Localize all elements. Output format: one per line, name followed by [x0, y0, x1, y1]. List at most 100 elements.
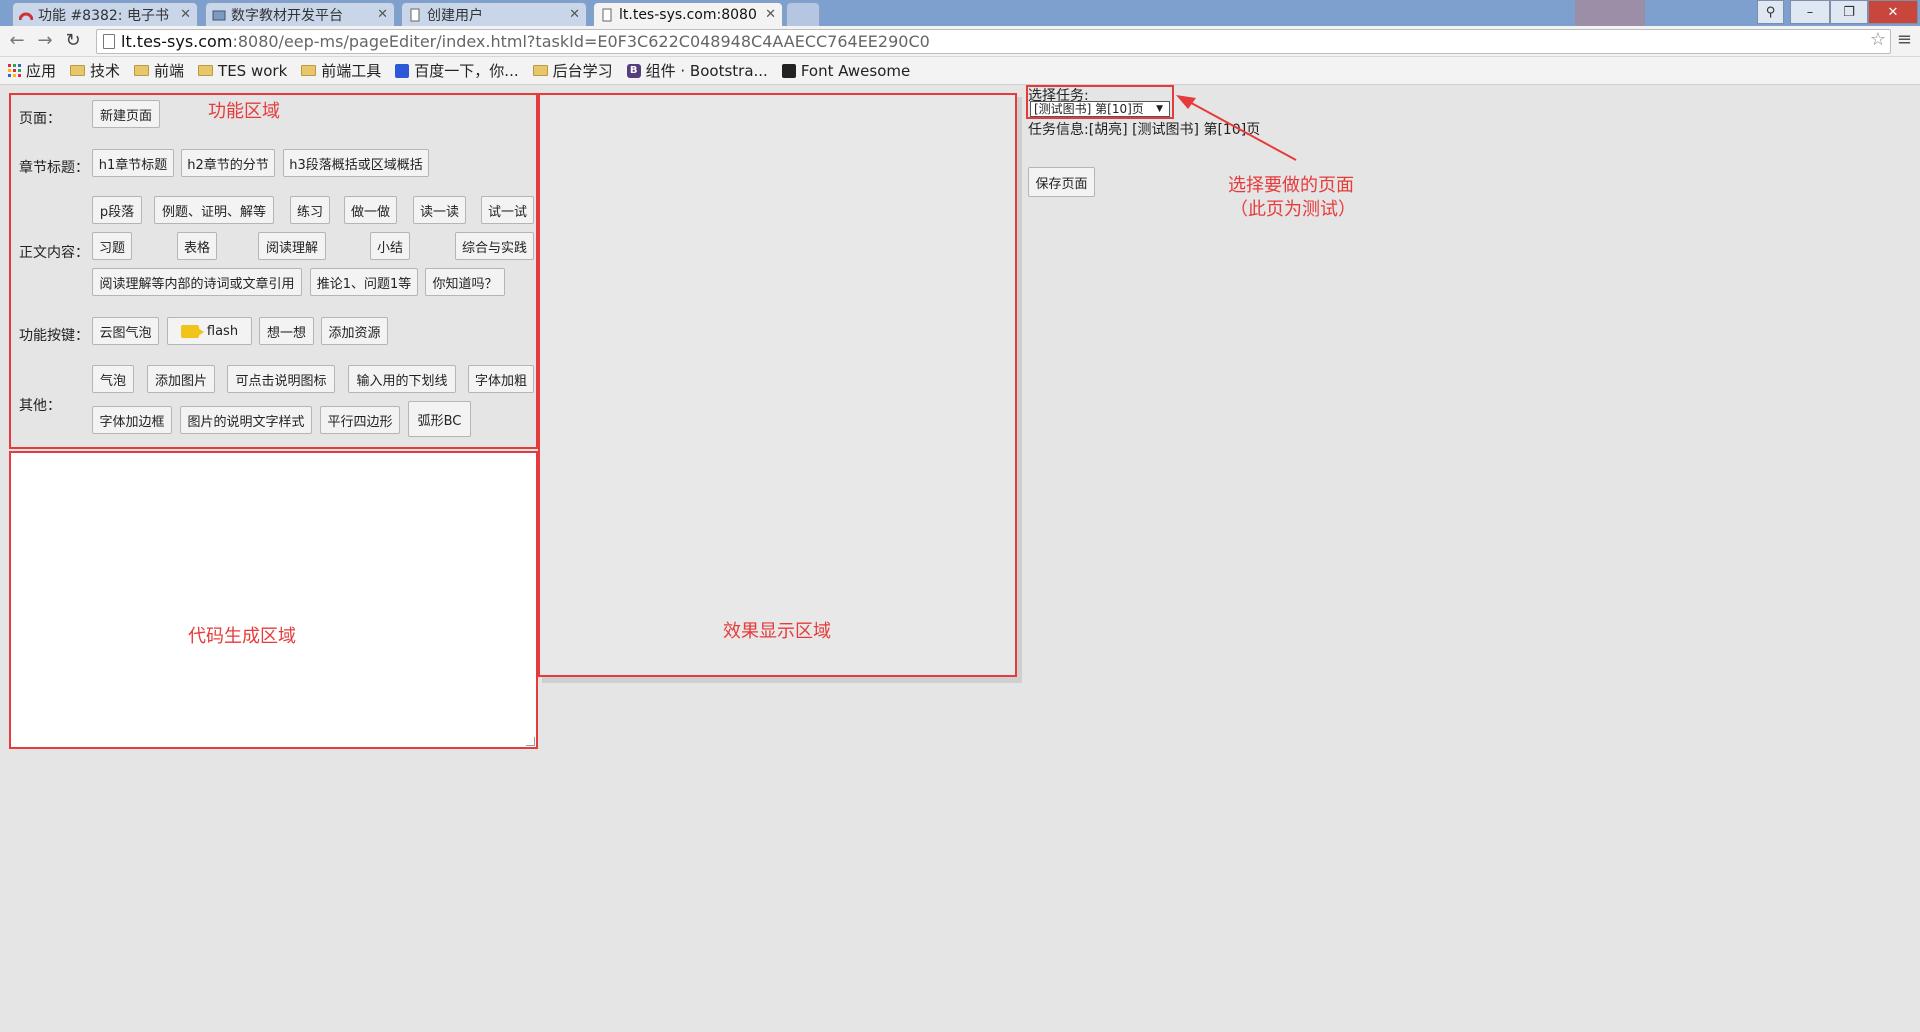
example-proof-button[interactable]: 例题、证明、解等 [154, 196, 274, 224]
bookmark-folder[interactable]: 技术 [70, 60, 120, 81]
h1-chapter-button[interactable]: h1章节标题 [92, 149, 174, 177]
exercise-button[interactable]: 练习 [290, 196, 330, 224]
other-row-label: 其他： [19, 398, 61, 414]
save-page-button[interactable]: 保存页面 [1028, 167, 1095, 197]
tab-title: 功能 #8382: 电子书 [38, 7, 169, 24]
bookmark-label: 百度一下，你... [414, 62, 519, 80]
read-button[interactable]: 读一读 [413, 196, 466, 224]
bookmark-label: Font Awesome [800, 61, 911, 80]
close-icon[interactable]: ✕ [180, 7, 191, 22]
bookmark-baidu[interactable]: 百度一下，你... [395, 60, 519, 81]
bookmark-label: TES work [218, 61, 288, 80]
bookmark-label: 组件 · Bootstra... [645, 62, 768, 80]
bold-button[interactable]: 字体加粗 [468, 365, 534, 393]
image-caption-button[interactable]: 图片的说明文字样式 [180, 406, 312, 434]
table-button[interactable]: 表格 [177, 232, 217, 260]
page-icon [212, 10, 226, 20]
bookmark-font-awesome[interactable]: Font Awesome [781, 61, 911, 80]
url-host: lt.tes-sys.com [121, 32, 233, 51]
bookmark-folder[interactable]: 前端工具 [301, 60, 381, 81]
code-output-textarea[interactable] [9, 451, 538, 749]
flash-label: flash [206, 323, 239, 339]
bookmark-label: 前端 [154, 62, 185, 80]
bookmark-apps[interactable]: 应用 [8, 60, 56, 81]
close-icon[interactable]: ✕ [377, 7, 388, 22]
tab-title: 创建用户 [427, 7, 483, 24]
flag-icon [781, 63, 796, 78]
resize-grip-icon[interactable] [526, 737, 535, 746]
quote-button[interactable]: 阅读理解等内部的诗词或文章引用 [92, 268, 302, 296]
add-image-button[interactable]: 添加图片 [147, 365, 215, 393]
input-underline-button[interactable]: 输入用的下划线 [348, 365, 456, 393]
close-window-button[interactable]: ✕ [1868, 0, 1918, 24]
new-tab-button[interactable] [786, 2, 820, 26]
did-you-know-button[interactable]: 你知道吗？ [425, 268, 505, 296]
corollary-button[interactable]: 推论1、问题1等 [310, 268, 418, 296]
folder-icon [532, 65, 548, 76]
redmine-icon [19, 12, 33, 20]
parallelogram-button[interactable]: 平行四边形 [320, 406, 400, 434]
page-icon [103, 34, 115, 49]
new-page-button[interactable]: 新建页面 [92, 100, 160, 128]
select-page-annotation: 选择要做的页面 [1228, 175, 1354, 196]
forward-icon[interactable]: → [34, 30, 56, 52]
font-border-button[interactable]: 字体加边框 [92, 406, 172, 434]
function-area-annotation: 功能区域 [208, 101, 280, 122]
bookmark-label: 技术 [90, 62, 121, 80]
reading-comprehension-button[interactable]: 阅读理解 [258, 232, 326, 260]
url-path: :8080/eep-ms/pageEditer/index.html?taskI… [232, 32, 930, 51]
folder-icon [134, 65, 150, 76]
practice-button[interactable]: 综合与实践 [455, 232, 534, 260]
folder-icon [70, 65, 86, 76]
code-area-annotation: 代码生成区域 [188, 626, 296, 647]
document-icon [410, 8, 420, 21]
task-select-highlight [1026, 85, 1174, 119]
bookmark-star-icon[interactable]: ☆ [1870, 29, 1886, 50]
try-it-button[interactable]: 试一试 [481, 196, 534, 224]
page-row-label: 页面： [19, 111, 61, 127]
homework-button[interactable]: 习题 [92, 232, 132, 260]
bookmark-folder[interactable]: 前端 [134, 60, 184, 81]
bookmark-label: 应用 [26, 62, 57, 80]
address-bar[interactable]: lt.tes-sys.com:8080/eep-ms/pageEditer/in… [96, 29, 1891, 54]
restore-button[interactable]: ❐ [1830, 0, 1868, 24]
arc-bc-button[interactable]: 弧形BC [408, 401, 471, 437]
add-resource-button[interactable]: 添加资源 [321, 317, 388, 345]
bookmark-bootstrap[interactable]: B 组件 · Bootstra... [626, 60, 768, 81]
bookmark-folder[interactable]: 后台学习 [532, 60, 613, 81]
bookmark-label: 前端工具 [321, 62, 382, 80]
reload-icon[interactable]: ↻ [62, 30, 84, 52]
video-camera-icon [180, 324, 204, 338]
clickable-icon-button[interactable]: 可点击说明图标 [227, 365, 335, 393]
effect-area-annotation: 效果显示区域 [723, 621, 831, 642]
tab-redmine[interactable]: 功能 #8382: 电子书 ✕ [12, 2, 198, 26]
h2-section-button[interactable]: h2章节的分节 [181, 149, 275, 177]
tab-platform[interactable]: 数字教材开发平台 ✕ [205, 2, 395, 26]
browser-tab-strip: 功能 #8382: 电子书 ✕ 数字教材开发平台 ✕ 创建用户 ✕ lt.tes… [0, 0, 1920, 26]
flash-button[interactable]: flash [167, 317, 252, 345]
minimize-button[interactable]: – [1790, 0, 1830, 24]
close-icon[interactable]: ✕ [569, 7, 580, 22]
function-keys-row-label: 功能按键： [19, 328, 89, 344]
page-content: 功能区域 页面： 新建页面 章节标题： h1章节标题 h2章节的分节 h3段落概… [0, 85, 1920, 1032]
folder-icon [301, 65, 317, 76]
cloud-bubble-button[interactable]: 云图气泡 [92, 317, 159, 345]
p-paragraph-button[interactable]: p段落 [92, 196, 142, 224]
h3-summary-button[interactable]: h3段落概括或区域概括 [283, 149, 429, 177]
think-button[interactable]: 想一想 [259, 317, 314, 345]
bookmark-label: 后台学习 [552, 62, 613, 80]
summary-button[interactable]: 小结 [370, 232, 410, 260]
test-page-annotation: （此页为测试） [1230, 199, 1356, 220]
bootstrap-icon: B [626, 63, 641, 78]
bookmarks-bar: 应用 技术 前端 TES work 前端工具 百度一下，你... 后台学习 B组… [0, 57, 1920, 85]
tab-page-editor[interactable]: lt.tes-sys.com:8080 ✕ [593, 2, 783, 26]
try-doing-button[interactable]: 做一做 [344, 196, 397, 224]
folder-icon [198, 65, 214, 76]
back-icon[interactable]: ← [6, 30, 28, 52]
bubble-button[interactable]: 气泡 [92, 365, 134, 393]
tab-create-user[interactable]: 创建用户 ✕ [401, 2, 587, 26]
close-icon[interactable]: ✕ [765, 7, 776, 22]
bookmark-folder[interactable]: TES work [198, 62, 287, 80]
account-icon[interactable]: ⚲ [1757, 0, 1784, 24]
menu-icon[interactable]: ≡ [1897, 29, 1912, 50]
